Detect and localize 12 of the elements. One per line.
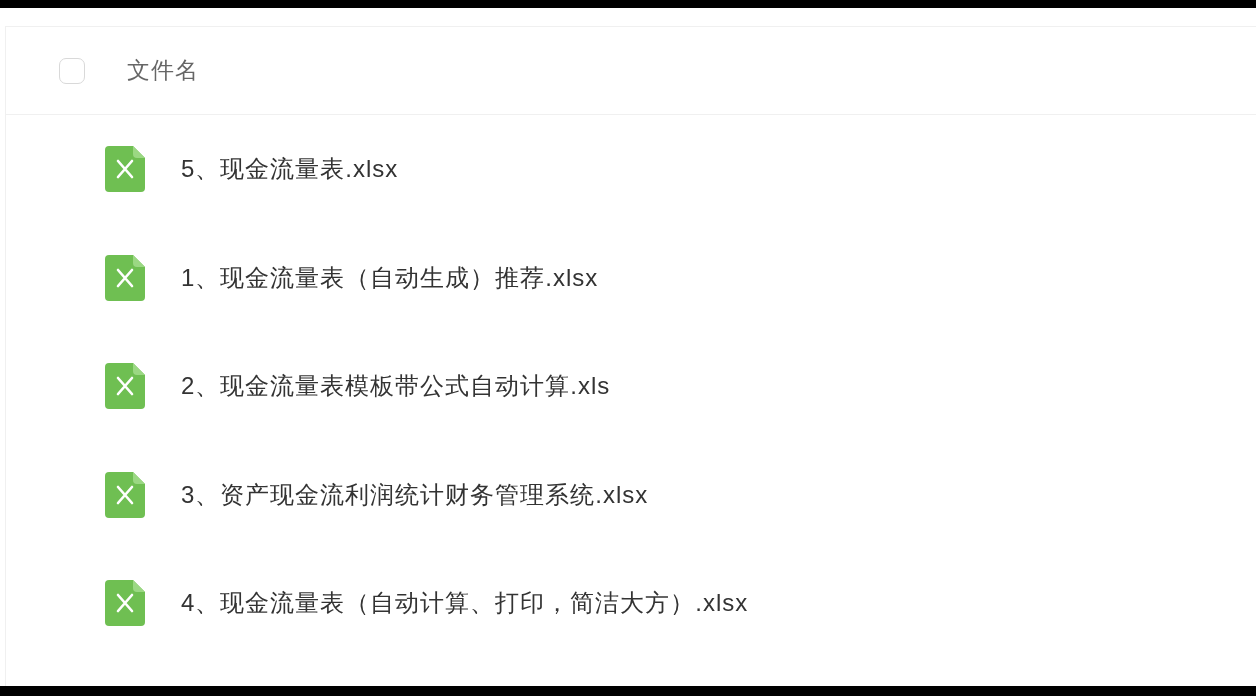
spreadsheet-file-icon xyxy=(105,363,145,410)
spreadsheet-file-icon xyxy=(105,580,145,627)
spreadsheet-file-icon xyxy=(105,471,145,518)
spreadsheet-file-icon xyxy=(105,254,145,301)
file-name[interactable]: 3、资产现金流利润统计财务管理系统.xlsx xyxy=(181,478,649,511)
select-all-checkbox[interactable] xyxy=(59,57,85,84)
file-name[interactable]: 4、现金流量表（自动计算、打印，简洁大方）.xlsx xyxy=(181,587,749,620)
file-name[interactable]: 1、现金流量表（自动生成）推荐.xlsx xyxy=(181,261,599,294)
file-name[interactable]: 2、现金流量表模板带公式自动计算.xls xyxy=(181,370,611,403)
spreadsheet-file-icon xyxy=(105,146,145,193)
file-name[interactable]: 5、现金流量表.xlsx xyxy=(181,153,399,186)
column-header[interactable]: 文件名 xyxy=(127,55,199,86)
